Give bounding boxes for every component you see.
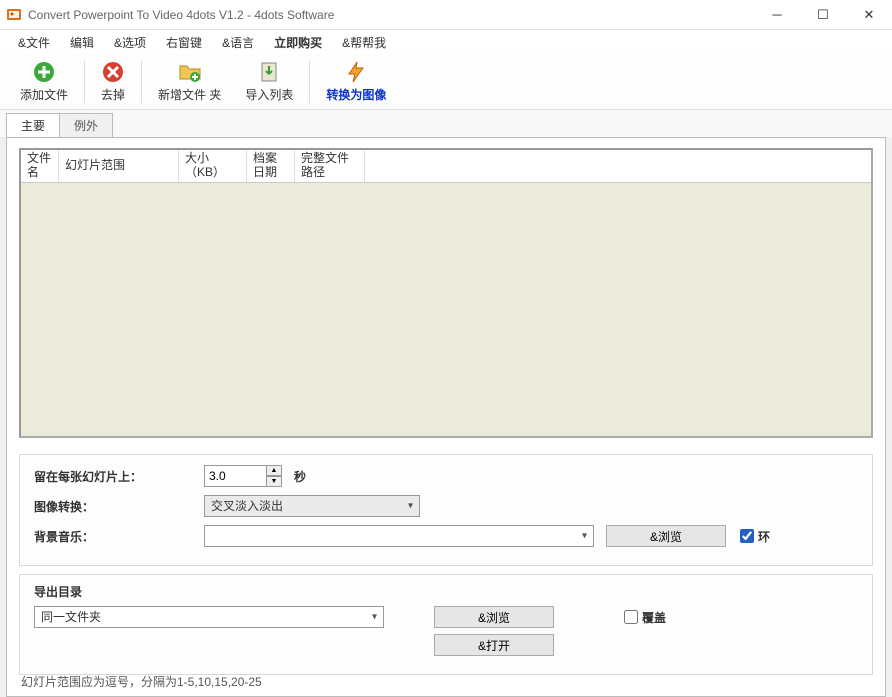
stay-duration-spinner[interactable]: ▲ ▼ (204, 465, 282, 487)
transition-select[interactable]: 交叉淡入淡出 (204, 495, 420, 517)
stay-unit: 秒 (294, 468, 306, 485)
remove-button[interactable]: 去掉 (89, 54, 137, 109)
transition-label: 图像转换： (34, 498, 204, 515)
stay-duration-input[interactable] (204, 465, 266, 487)
lightning-icon (344, 60, 368, 84)
menu-options[interactable]: &选项 (106, 32, 154, 53)
bg-music-browse-button[interactable]: &浏览 (606, 525, 726, 547)
overwrite-label: 覆盖 (642, 609, 666, 626)
settings-group: 留在每张幻灯片上： ▲ ▼ 秒 图像转换： 交叉淡入淡出 背景音乐： &浏览 环 (19, 454, 873, 566)
tab-exception[interactable]: 例外 (59, 113, 113, 137)
titlebar[interactable]: Convert Powerpoint To Video 4dots V1.2 -… (0, 0, 892, 30)
main-panel: 文件名 幻灯片范围 大小（KB） 档案日期 完整文件路径 留在每张幻灯片上： ▲… (6, 137, 886, 697)
menubar: &文件 编辑 &选项 右窗键 &语言 立即购买 &帮帮我 (0, 30, 892, 54)
separator (309, 60, 310, 103)
overwrite-checkbox-wrap[interactable]: 覆盖 (624, 609, 666, 626)
window-controls: ─ ☐ ✕ (754, 0, 892, 30)
add-icon (32, 60, 56, 84)
minimize-button[interactable]: ─ (754, 0, 800, 30)
output-browse-button[interactable]: &浏览 (434, 606, 554, 628)
spinner-down-button[interactable]: ▼ (266, 476, 282, 487)
remove-label: 去掉 (101, 86, 125, 103)
file-table[interactable]: 文件名 幻灯片范围 大小（KB） 档案日期 完整文件路径 (19, 148, 873, 438)
col-full-path[interactable]: 完整文件路径 (295, 150, 365, 182)
menu-buy-now[interactable]: 立即购买 (266, 32, 330, 53)
app-icon (6, 7, 22, 23)
import-icon (257, 60, 281, 84)
output-dir-select[interactable]: 同一文件夹 (34, 606, 384, 628)
menu-help[interactable]: &帮帮我 (334, 32, 394, 53)
new-folder-button[interactable]: 新增文件 夹 (146, 54, 233, 109)
import-list-button[interactable]: 导入列表 (233, 54, 305, 109)
tab-main[interactable]: 主要 (6, 113, 60, 137)
bg-music-label: 背景音乐： (34, 528, 204, 545)
convert-image-button[interactable]: 转换为图像 (314, 54, 398, 109)
menu-rightkey[interactable]: 右窗键 (158, 32, 210, 53)
tabs-holder: 主要 例外 (0, 110, 892, 137)
new-folder-label: 新增文件 夹 (158, 86, 221, 103)
menu-edit[interactable]: 编辑 (62, 32, 102, 53)
output-group: 导出目录 同一文件夹 &浏览 覆盖 &打开 (19, 574, 873, 675)
remove-icon (101, 60, 125, 84)
close-button[interactable]: ✕ (846, 0, 892, 30)
output-open-button[interactable]: &打开 (434, 634, 554, 656)
separator (84, 60, 85, 103)
loop-checkbox[interactable] (740, 529, 754, 543)
separator (141, 60, 142, 103)
loop-checkbox-wrap[interactable]: 环 (740, 528, 770, 545)
col-filename[interactable]: 文件名 (21, 150, 59, 182)
maximize-button[interactable]: ☐ (800, 0, 846, 30)
window-title: Convert Powerpoint To Video 4dots V1.2 -… (28, 8, 754, 22)
overwrite-checkbox[interactable] (624, 610, 638, 624)
col-size[interactable]: 大小（KB） (179, 150, 247, 182)
convert-image-label: 转换为图像 (326, 86, 386, 103)
tabs: 主要 例外 (6, 113, 886, 137)
col-date[interactable]: 档案日期 (247, 150, 295, 182)
output-group-title: 导出目录 (34, 583, 858, 600)
import-list-label: 导入列表 (245, 86, 293, 103)
footer-hint: 幻灯片范围应为逗号，分隔为1-5,10,15,20-25 (21, 673, 262, 690)
spinner-up-button[interactable]: ▲ (266, 465, 282, 476)
file-table-header: 文件名 幻灯片范围 大小（KB） 档案日期 完整文件路径 (21, 150, 871, 183)
toolbar: 添加文件 去掉 新增文件 夹 导入列表 转换为图像 (0, 54, 892, 110)
menu-language[interactable]: &语言 (214, 32, 262, 53)
col-slide-range[interactable]: 幻灯片范围 (59, 150, 179, 182)
menu-file[interactable]: &文件 (10, 32, 58, 53)
bg-music-select[interactable] (204, 525, 594, 547)
add-file-button[interactable]: 添加文件 (8, 54, 80, 109)
folder-add-icon (178, 60, 202, 84)
loop-label: 环 (758, 528, 770, 545)
stay-label: 留在每张幻灯片上： (34, 468, 204, 485)
add-file-label: 添加文件 (20, 86, 68, 103)
